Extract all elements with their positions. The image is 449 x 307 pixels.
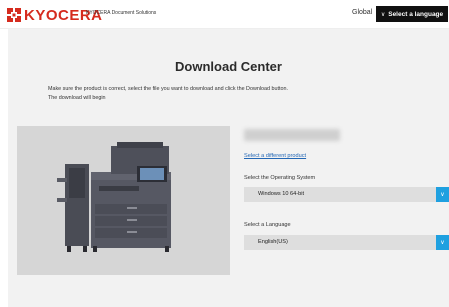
select-language-label: Select a language xyxy=(388,10,444,18)
page-description: Make sure the product is correct, select… xyxy=(48,85,378,103)
description-line-1: Make sure the product is correct, select… xyxy=(48,86,289,92)
os-selected-value: Windows 10 64-bit xyxy=(258,191,305,197)
os-label: Select the Operating System xyxy=(244,175,316,181)
chevron-down-icon[interactable]: ∨ xyxy=(436,235,449,250)
chevron-down-icon[interactable]: ∨ xyxy=(436,187,449,202)
select-language-button[interactable]: ∨ Select a language xyxy=(376,6,448,22)
language-select[interactable]: English(US) ∨ xyxy=(244,235,449,250)
brand-tagline: KYOCERA Document Solutions xyxy=(86,10,157,16)
language-label: Select a Language xyxy=(244,222,291,228)
chevron-down-icon: ∨ xyxy=(380,11,386,18)
select-different-product-link[interactable]: Select a different product xyxy=(244,153,306,159)
description-line-2: The download will begin xyxy=(48,95,106,101)
site-header: KYOCERA KYOCERA Document Solutions Globa… xyxy=(0,0,449,29)
kyocera-logo-mark-icon xyxy=(6,7,22,23)
product-name-blurred xyxy=(244,129,340,141)
download-center-panel: Download Center Make sure the product is… xyxy=(8,29,449,307)
product-image xyxy=(17,126,230,275)
os-select[interactable]: Windows 10 64-bit ∨ xyxy=(244,187,449,202)
page-title: Download Center xyxy=(175,59,282,74)
language-selected-value: English(US) xyxy=(258,239,288,245)
global-link[interactable]: Global xyxy=(352,9,372,16)
